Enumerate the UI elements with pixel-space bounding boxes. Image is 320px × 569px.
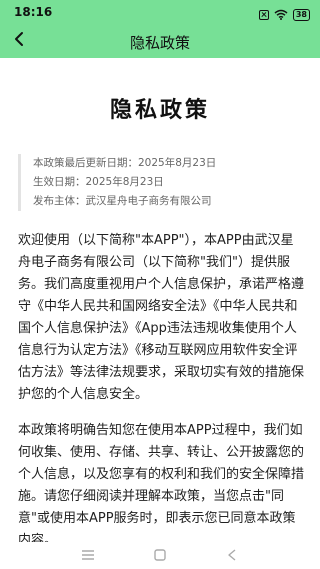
sim-off-icon bbox=[258, 9, 269, 20]
status-icons: 38 bbox=[258, 5, 310, 24]
meta-last-updated: 本政策最后更新日期：2025年8月23日 bbox=[33, 157, 217, 169]
status-time: 18:16 bbox=[14, 5, 53, 19]
status-bar: 18:16 38 bbox=[0, 0, 320, 24]
meta-effective-date: 生效日期：2025年8月23日 bbox=[33, 176, 164, 188]
policy-content[interactable]: 隐私政策 本政策最后更新日期：2025年8月23日 生效日期：2025年8月23… bbox=[0, 58, 320, 542]
battery-icon: 38 bbox=[292, 8, 310, 21]
policy-paragraph-intro: 欢迎使用（以下简称"本APP"），本APP由武汉星舟电子商务有限公司（以下简称"… bbox=[18, 233, 305, 402]
document-title: 隐私政策 bbox=[109, 98, 210, 123]
wifi-icon bbox=[274, 5, 288, 24]
header-title: 隐私政策 bbox=[129, 34, 190, 52]
back-triangle-icon[interactable] bbox=[222, 547, 242, 563]
home-square-icon[interactable] bbox=[150, 547, 170, 563]
system-nav-bar bbox=[0, 542, 320, 569]
app-header: 隐私政策 bbox=[0, 24, 320, 58]
meta-publisher: 发布主体：武汉星舟电子商务有限公司 bbox=[33, 195, 212, 207]
menu-icon[interactable] bbox=[78, 547, 98, 563]
policy-meta: 本政策最后更新日期：2025年8月23日 生效日期：2025年8月23日 发布主… bbox=[18, 154, 304, 211]
policy-paragraph-scope: 本政策将明确告知您在使用本APP过程中，我们如何收集、使用、存储、共享、转让、公… bbox=[18, 423, 305, 542]
